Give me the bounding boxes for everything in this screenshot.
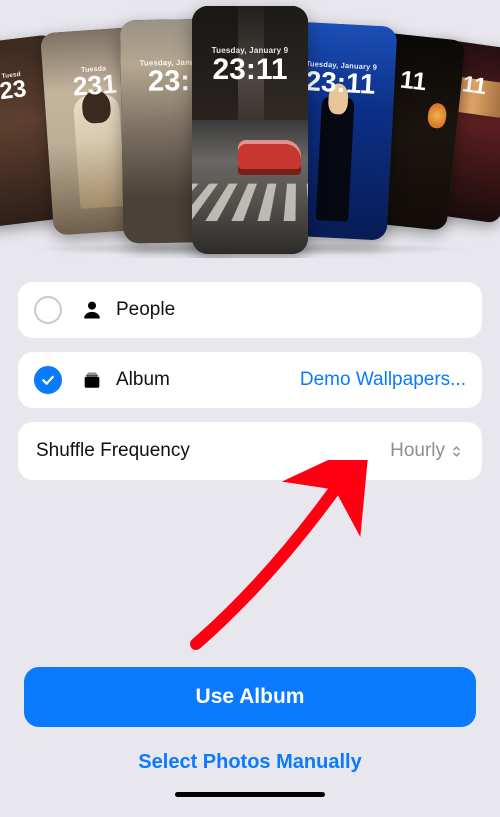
option-label: People [116,299,466,321]
radio-unchecked-icon[interactable] [34,296,62,324]
shuffle-value-picker[interactable]: Hourly [390,440,464,462]
home-indicator[interactable] [175,792,325,797]
use-album-button[interactable]: Use Album [24,667,476,727]
bottom-actions: Use Album Select Photos Manually [0,667,500,817]
wallpaper-card-front[interactable]: Tuesday, January 9 23:11 [192,6,308,254]
option-people[interactable]: People [18,282,482,338]
select-photos-manually-button[interactable]: Select Photos Manually [24,743,476,792]
album-name-link[interactable]: Demo Wallpapers... [300,369,466,391]
option-label: Album [116,369,300,391]
radio-checked-icon[interactable] [34,366,62,394]
chevron-up-down-icon [449,444,464,459]
shuffle-value: Hourly [390,440,445,462]
shuffle-frequency-row[interactable]: Shuffle Frequency Hourly [18,422,482,480]
option-album[interactable]: Album Demo Wallpapers... [18,352,482,408]
annotation-arrow [178,460,368,650]
wallpaper-carousel[interactable]: Tues 23 Tuesd 23 Tuesda 231 Tuesday, Jan… [0,0,500,258]
person-icon [78,299,106,321]
lock-screen-time: 23:11 [192,55,308,85]
shuffle-label: Shuffle Frequency [36,440,390,462]
source-options: People Album Demo Wallpapers... Shuffle … [0,258,500,480]
lock-screen-date: Tuesday, January 9 [192,46,308,55]
album-stack-icon [78,369,106,391]
